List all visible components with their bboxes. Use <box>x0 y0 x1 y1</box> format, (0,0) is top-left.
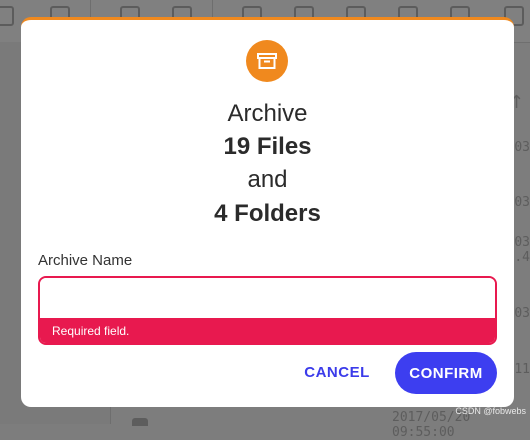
dialog-title-action: Archive <box>227 100 308 127</box>
cancel-button[interactable]: CANCEL <box>297 359 377 385</box>
list-item-value: 11 <box>514 362 530 377</box>
list-item-value: 03 <box>514 306 530 321</box>
settings-icon <box>0 6 14 26</box>
archive-name-field: Required field. <box>38 276 497 345</box>
list-item-value: 03 <box>514 195 530 210</box>
list-item-value: 03 <box>514 140 530 155</box>
dialog-title-files: 19 Files <box>223 133 312 160</box>
file-icon <box>132 418 148 426</box>
archive-icon <box>246 40 288 82</box>
archive-name-input[interactable] <box>40 278 495 318</box>
archive-name-label: Archive Name <box>38 252 133 269</box>
list-item-value: 03 <box>514 235 530 250</box>
dialog-title-and: and <box>247 166 288 193</box>
watermark: CSDN @fobwebs <box>455 406 526 416</box>
confirm-button[interactable]: CONFIRM <box>395 352 497 394</box>
validation-error: Required field. <box>40 318 495 343</box>
archive-dialog: Archive 19 Files and 4 Folders Archive N… <box>21 17 514 407</box>
dialog-title-folders: 4 Folders <box>214 200 321 227</box>
